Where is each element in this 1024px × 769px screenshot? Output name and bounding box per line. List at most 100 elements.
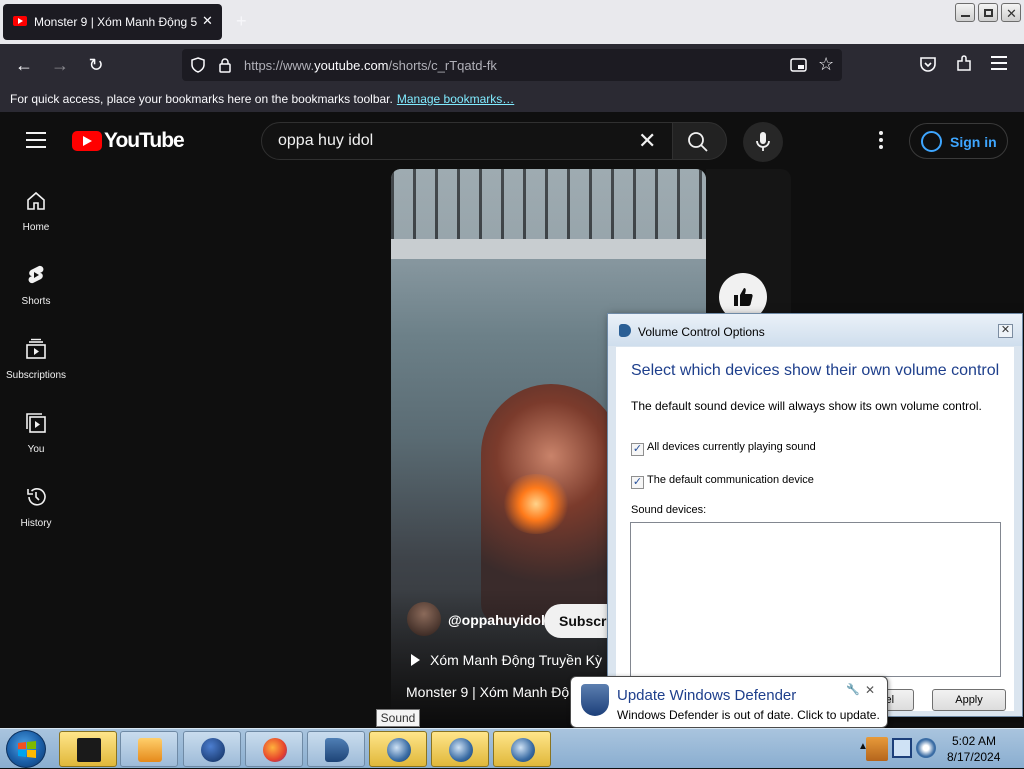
search-button[interactable] <box>672 122 727 160</box>
picture-in-picture-icon[interactable] <box>790 57 807 73</box>
new-tab-icon[interactable]: + <box>236 11 247 32</box>
channel-name[interactable]: @oppahuyidol <box>448 612 545 628</box>
defender-notification[interactable]: Update Windows Defender Windows Defender… <box>570 676 888 728</box>
subscriptions-icon <box>26 338 46 359</box>
reload-icon[interactable]: ↻ <box>85 54 107 76</box>
extensions-icon[interactable] <box>955 55 973 73</box>
sign-in-label: Sign in <box>950 134 997 150</box>
checkbox-checked-icon[interactable]: ✓ <box>631 476 644 489</box>
sidebar-item-shorts[interactable]: Shorts <box>0 264 72 322</box>
taskbar: ▲ 5:02 AM 8/17/2024 <box>0 728 1024 768</box>
restore-button[interactable] <box>978 3 998 22</box>
video-title[interactable]: Monster 9 | Xóm Manh Độ <box>406 684 569 700</box>
forward-arrow-icon[interactable]: → <box>49 54 71 76</box>
clock-time[interactable]: 5:02 AM <box>952 734 996 748</box>
sound-tooltip: Sound <box>376 709 420 727</box>
search-box[interactable]: ✕ <box>261 122 673 160</box>
start-button[interactable] <box>6 730 46 768</box>
dialog-titlebar[interactable]: Volume Control Options ✕ <box>608 314 1022 346</box>
clock-date[interactable]: 8/17/2024 <box>947 750 1000 764</box>
history-icon <box>27 488 46 506</box>
voice-search-button[interactable] <box>743 122 783 162</box>
minimize-button[interactable] <box>955 3 975 22</box>
search-input[interactable] <box>278 131 618 151</box>
speaker-icon <box>619 324 631 337</box>
checkbox-label: All devices currently playing sound <box>647 441 816 453</box>
wrench-icon[interactable]: 🔧 <box>846 683 860 696</box>
play-icon <box>411 654 420 666</box>
dialog-title: Volume Control Options <box>638 325 765 339</box>
tab-close-icon[interactable]: ✕ <box>202 13 213 29</box>
search-icon <box>688 132 708 152</box>
url-bar[interactable]: https://www.youtube.com/shorts/c_rTqatd-… <box>182 49 842 81</box>
taskbar-item-globe[interactable] <box>183 731 241 767</box>
apply-button[interactable]: Apply <box>932 689 1006 711</box>
shield-icon[interactable] <box>190 57 206 73</box>
browser-tab-bar: Monster 9 | Xóm Manh Động 5 ✕ + ✕ <box>0 0 1024 44</box>
windows-logo-icon <box>18 741 36 758</box>
notification-close-icon[interactable]: ✕ <box>865 683 875 697</box>
taskbar-item-sound[interactable] <box>307 731 365 767</box>
back-arrow-icon[interactable]: ← <box>13 54 35 76</box>
playlist-link[interactable]: Xóm Manh Động Truyền Kỳ | <box>411 652 610 668</box>
dialog-close-button[interactable]: ✕ <box>998 324 1013 338</box>
taskbar-item-volume-2[interactable] <box>431 731 489 767</box>
sidebar-item-history[interactable]: History <box>0 486 72 544</box>
taskbar-item-volume-1[interactable] <box>369 731 427 767</box>
defender-shield-icon <box>581 684 609 716</box>
volume-tray-icon[interactable] <box>916 738 936 758</box>
taskbar-item-media-player[interactable] <box>120 731 178 767</box>
home-icon <box>27 191 45 210</box>
system-tray: ▲ 5:02 AM 8/17/2024 <box>858 729 1024 769</box>
thumbs-up-icon <box>734 288 753 306</box>
pocket-icon[interactable] <box>919 56 937 73</box>
bookmarks-message: For quick access, place your bookmarks h… <box>10 92 393 106</box>
bookmark-star-icon[interactable]: ☆ <box>818 54 834 75</box>
sidebar-item-subscriptions[interactable]: Subscriptions <box>0 338 72 396</box>
channel-avatar[interactable] <box>407 602 441 636</box>
sidebar-item-you[interactable]: You <box>0 412 72 470</box>
manage-bookmarks-link[interactable]: Manage bookmarks… <box>397 92 514 106</box>
sign-in-button[interactable]: Sign in <box>909 123 1008 159</box>
volume-control-options-dialog: Volume Control Options ✕ Select which de… <box>607 313 1023 717</box>
url-text[interactable]: https://www.youtube.com/shorts/c_rTqatd-… <box>244 58 497 73</box>
youtube-logo-text[interactable]: YouTube <box>104 129 185 153</box>
volume-orb-icon <box>449 738 473 762</box>
checkbox-default-communication[interactable]: ✓ The default communication device <box>631 474 814 489</box>
defender-tray-icon[interactable] <box>866 737 888 761</box>
notification-title[interactable]: Update Windows Defender <box>617 687 796 704</box>
notification-text[interactable]: Windows Defender is out of date. Click t… <box>617 708 880 722</box>
sidebar-item-home[interactable]: Home <box>0 190 72 248</box>
browser-tab[interactable]: Monster 9 | Xóm Manh Động 5 ✕ <box>3 4 222 40</box>
network-icon[interactable] <box>892 738 912 758</box>
checkbox-label: The default communication device <box>647 474 814 486</box>
dialog-body: Select which devices show their own volu… <box>616 347 1014 711</box>
taskbar-item-firefox[interactable] <box>245 731 303 767</box>
sidebar-item-label: Shorts <box>21 296 51 307</box>
clear-search-icon[interactable]: ✕ <box>638 128 656 154</box>
youtube-logo-icon[interactable] <box>72 131 102 151</box>
window-close-button[interactable]: ✕ <box>1001 3 1021 22</box>
you-icon <box>26 413 46 433</box>
sound-devices-list[interactable] <box>630 522 1001 677</box>
terminal-icon <box>77 738 101 762</box>
taskbar-item-terminal[interactable] <box>59 731 117 767</box>
lock-icon[interactable] <box>218 57 232 73</box>
settings-more-icon[interactable] <box>874 131 888 151</box>
volume-orb-icon <box>511 738 535 762</box>
shorts-icon <box>28 265 44 284</box>
sidebar-item-label: Home <box>22 222 50 233</box>
bookmarks-toolbar: For quick access, place your bookmarks h… <box>0 86 1024 112</box>
app-menu-icon[interactable] <box>991 56 1007 70</box>
account-icon <box>921 131 942 152</box>
microphone-icon <box>756 132 770 151</box>
speaker-icon <box>325 738 349 762</box>
guide-menu-icon[interactable] <box>26 132 46 148</box>
sidebar-item-label: You <box>27 444 45 455</box>
globe-icon <box>201 738 225 762</box>
checkbox-checked-icon[interactable]: ✓ <box>631 443 644 456</box>
checkbox-all-devices[interactable]: ✓ All devices currently playing sound <box>631 441 816 456</box>
tab-title: Monster 9 | Xóm Manh Động 5 <box>34 15 198 29</box>
taskbar-item-volume-3[interactable] <box>493 731 551 767</box>
dialog-heading: Select which devices show their own volu… <box>631 362 1000 379</box>
